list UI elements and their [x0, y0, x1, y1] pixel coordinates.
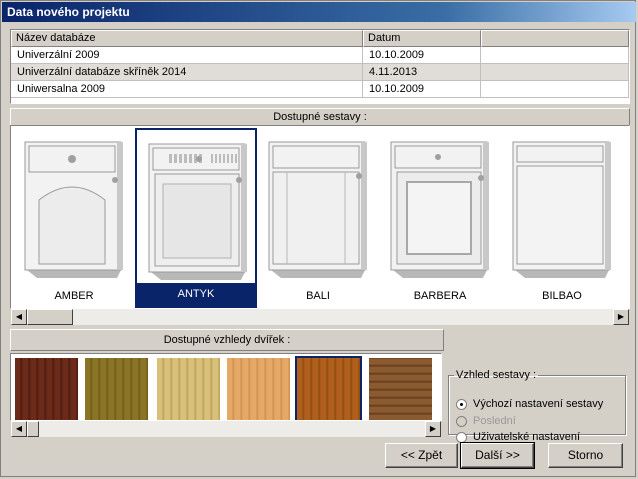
scroll-left-button[interactable]: ◀: [11, 421, 27, 437]
appearance-legend: Vzhled sestavy :: [456, 369, 537, 381]
cell-empty: [481, 64, 629, 81]
column-header-empty[interactable]: [481, 30, 629, 47]
assembly-tile-barbera[interactable]: BARBERA: [379, 128, 501, 308]
assembly-label: ANTYK: [137, 283, 255, 306]
cell-database-name: Uniwersalna 2009: [11, 81, 363, 98]
door-swatch-light-birch-wood[interactable]: [157, 358, 220, 420]
door-looks-scrollbar[interactable]: ◀ ▶: [11, 421, 441, 437]
scroll-thumb[interactable]: [27, 309, 73, 325]
radio-indicator: [456, 415, 467, 427]
door-looks-gallery[interactable]: [10, 353, 442, 421]
cell-empty: [481, 47, 629, 64]
assembly-tile-bali[interactable]: BALI: [257, 128, 379, 308]
assembly-label: BILBAO: [542, 290, 582, 302]
assemblies-gallery[interactable]: AMBER ANTYK BALI BARBERA BILBAO: [10, 125, 630, 309]
door-swatch-olive-oak-wood[interactable]: [85, 358, 148, 420]
new-project-dialog: Data nového projektu Název databáze Datu…: [0, 0, 636, 477]
column-header-date[interactable]: Datum: [363, 30, 481, 47]
door-swatch-dark-cherry-wood[interactable]: [15, 358, 78, 420]
window-title: Data nového projektu: [2, 2, 636, 22]
appearance-group: Vzhled sestavy : Výchozí nastavení sesta…: [448, 369, 626, 443]
radio-indicator[interactable]: [456, 431, 467, 443]
cell-database-name: Univerzální databáze skříněk 2014: [11, 64, 363, 81]
database-table[interactable]: Název databáze Datum Univerzální 2009 10.…: [10, 29, 630, 104]
assembly-label: BALI: [306, 290, 330, 302]
door-swatch-natural-beech-wood[interactable]: [227, 358, 290, 420]
radio-last: Poslední: [456, 413, 516, 429]
cell-date: 4.11.2013: [363, 64, 481, 81]
scroll-thumb[interactable]: [27, 421, 39, 437]
radio-indicator[interactable]: [456, 398, 467, 410]
table-header: Název databáze Datum: [11, 30, 629, 47]
cell-database-name: Univerzální 2009: [11, 47, 363, 64]
assembly-tile-bilbao[interactable]: BILBAO: [501, 128, 623, 308]
cell-empty: [481, 81, 629, 98]
door-looks-header: Dostupné vzhledy dvířek :: [10, 329, 444, 351]
assembly-label: BARBERA: [413, 290, 467, 302]
assemblies-header: Dostupné sestavy :: [10, 108, 630, 126]
door-swatch-zebrano-wood[interactable]: [369, 358, 432, 420]
column-header-name[interactable]: Název databáze: [11, 30, 363, 47]
scroll-right-button[interactable]: ▶: [613, 309, 629, 325]
radio-label: Poslední: [473, 415, 516, 427]
radio-label: Výchozí nastavení sestavy: [473, 398, 604, 410]
scroll-right-button[interactable]: ▶: [425, 421, 441, 437]
back-button[interactable]: << Zpět: [385, 443, 458, 468]
table-row[interactable]: Uniwersalna 2009 10.10.2009: [11, 81, 629, 98]
radio-default-settings[interactable]: Výchozí nastavení sestavy: [456, 396, 603, 412]
assembly-label: AMBER: [54, 290, 94, 302]
table-row[interactable]: Univerzální databáze skříněk 2014 4.11.20…: [11, 64, 629, 81]
assemblies-scrollbar[interactable]: ◀ ▶: [11, 309, 629, 325]
cell-date: 10.10.2009: [363, 81, 481, 98]
next-button[interactable]: Další >>: [460, 442, 535, 469]
cancel-button[interactable]: Storno: [548, 443, 623, 468]
scroll-left-button[interactable]: ◀: [11, 309, 27, 325]
cell-date: 10.10.2009: [363, 47, 481, 64]
table-row[interactable]: Univerzální 2009 10.10.2009: [11, 47, 629, 64]
assembly-tile-antyk[interactable]: ANTYK: [135, 128, 257, 308]
door-swatch-teak-wood[interactable]: [295, 356, 362, 420]
table-body: Univerzální 2009 10.10.2009 Univerzální da…: [11, 47, 629, 98]
assembly-tile-amber[interactable]: AMBER: [13, 128, 135, 308]
